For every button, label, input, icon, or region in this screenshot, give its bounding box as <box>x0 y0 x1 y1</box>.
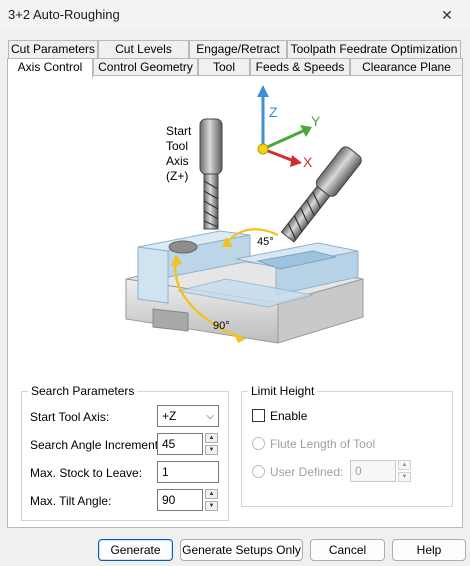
start-tool-axis-label: Start Tool Axis: <box>30 410 110 424</box>
search-angle-increment-label: Search Angle Increment: <box>30 438 162 452</box>
generate-button[interactable]: Generate <box>98 539 173 561</box>
spin-up-icon[interactable]: ▲ <box>205 489 218 499</box>
tab-engage-retract[interactable]: Engage/Retract <box>189 40 287 58</box>
tab-axis-control[interactable]: Axis Control <box>7 58 93 78</box>
generate-setups-only-button[interactable]: Generate Setups Only <box>180 539 303 561</box>
tab-cut-parameters[interactable]: Cut Parameters <box>8 40 98 58</box>
enable-checkbox[interactable] <box>252 409 265 422</box>
tab-toolpath-feedrate-optimization[interactable]: Toolpath Feedrate Optimization <box>287 40 461 58</box>
axis-triad-icon: Z Y X <box>257 85 321 170</box>
chevron-down-icon: ⌵ <box>206 411 214 422</box>
spin-down-icon[interactable]: ▼ <box>205 501 218 511</box>
cancel-button[interactable]: Cancel <box>310 539 385 561</box>
flute-length-label: Flute Length of Tool <box>270 437 376 451</box>
user-defined-radio[interactable] <box>252 465 265 478</box>
title-bar: 3+2 Auto-Roughing ✕ <box>0 0 470 30</box>
close-icon[interactable]: ✕ <box>424 0 470 30</box>
spin-down-icon[interactable]: ▼ <box>205 445 218 455</box>
flute-length-radio[interactable] <box>252 437 265 450</box>
start-tool-axis-select[interactable]: +Z ⌵ <box>157 405 219 427</box>
limit-height-title: Limit Height <box>248 384 318 398</box>
svg-text:Y: Y <box>311 113 321 129</box>
search-angle-increment-stepper[interactable]: ▲ ▼ <box>205 433 218 455</box>
help-button[interactable]: Help <box>392 539 466 561</box>
max-tilt-angle-input[interactable]: 90 <box>157 489 203 511</box>
search-angle-increment-input[interactable]: 45 <box>157 433 203 455</box>
max-tilt-angle-stepper[interactable]: ▲ ▼ <box>205 489 218 511</box>
part-model <box>125 230 364 344</box>
start-tool <box>199 118 223 230</box>
svg-text:X: X <box>303 154 313 170</box>
tab-control-geometry[interactable]: Control Geometry <box>93 58 198 76</box>
user-defined-stepper[interactable]: ▲ ▼ <box>398 460 411 482</box>
svg-text:Z: Z <box>269 104 278 120</box>
spin-up-icon[interactable]: ▲ <box>205 433 218 443</box>
tab-tool[interactable]: Tool <box>198 58 250 76</box>
axis-control-panel: 45° 90° Start Tool Axis (Z+) Z Y X Searc… <box>7 75 463 528</box>
start-tool-axis-label: Start Tool Axis (Z+) <box>166 124 195 183</box>
spin-up-icon[interactable]: ▲ <box>398 460 411 470</box>
search-parameters-title: Search Parameters <box>28 384 138 398</box>
tab-feeds-speeds[interactable]: Feeds & Speeds <box>250 58 350 76</box>
max-stock-input[interactable]: 1 <box>157 461 219 483</box>
tab-cut-levels[interactable]: Cut Levels <box>98 40 189 58</box>
axis-control-illustration: 45° 90° Start Tool Axis (Z+) Z Y X <box>125 85 364 344</box>
max-tilt-angle-label: Max. Tilt Angle: <box>30 494 112 508</box>
window-title: 3+2 Auto-Roughing <box>8 7 120 22</box>
tab-clearance-plane[interactable]: Clearance Plane <box>350 58 463 76</box>
enable-label: Enable <box>270 409 308 423</box>
user-defined-input[interactable]: 0 <box>350 460 396 482</box>
angle-45-label: 45° <box>257 236 274 248</box>
max-stock-label: Max. Stock to Leave: <box>30 466 143 480</box>
spin-down-icon[interactable]: ▼ <box>398 472 411 482</box>
angle-90-label: 90° <box>213 320 230 332</box>
user-defined-label: User Defined: <box>270 465 344 479</box>
